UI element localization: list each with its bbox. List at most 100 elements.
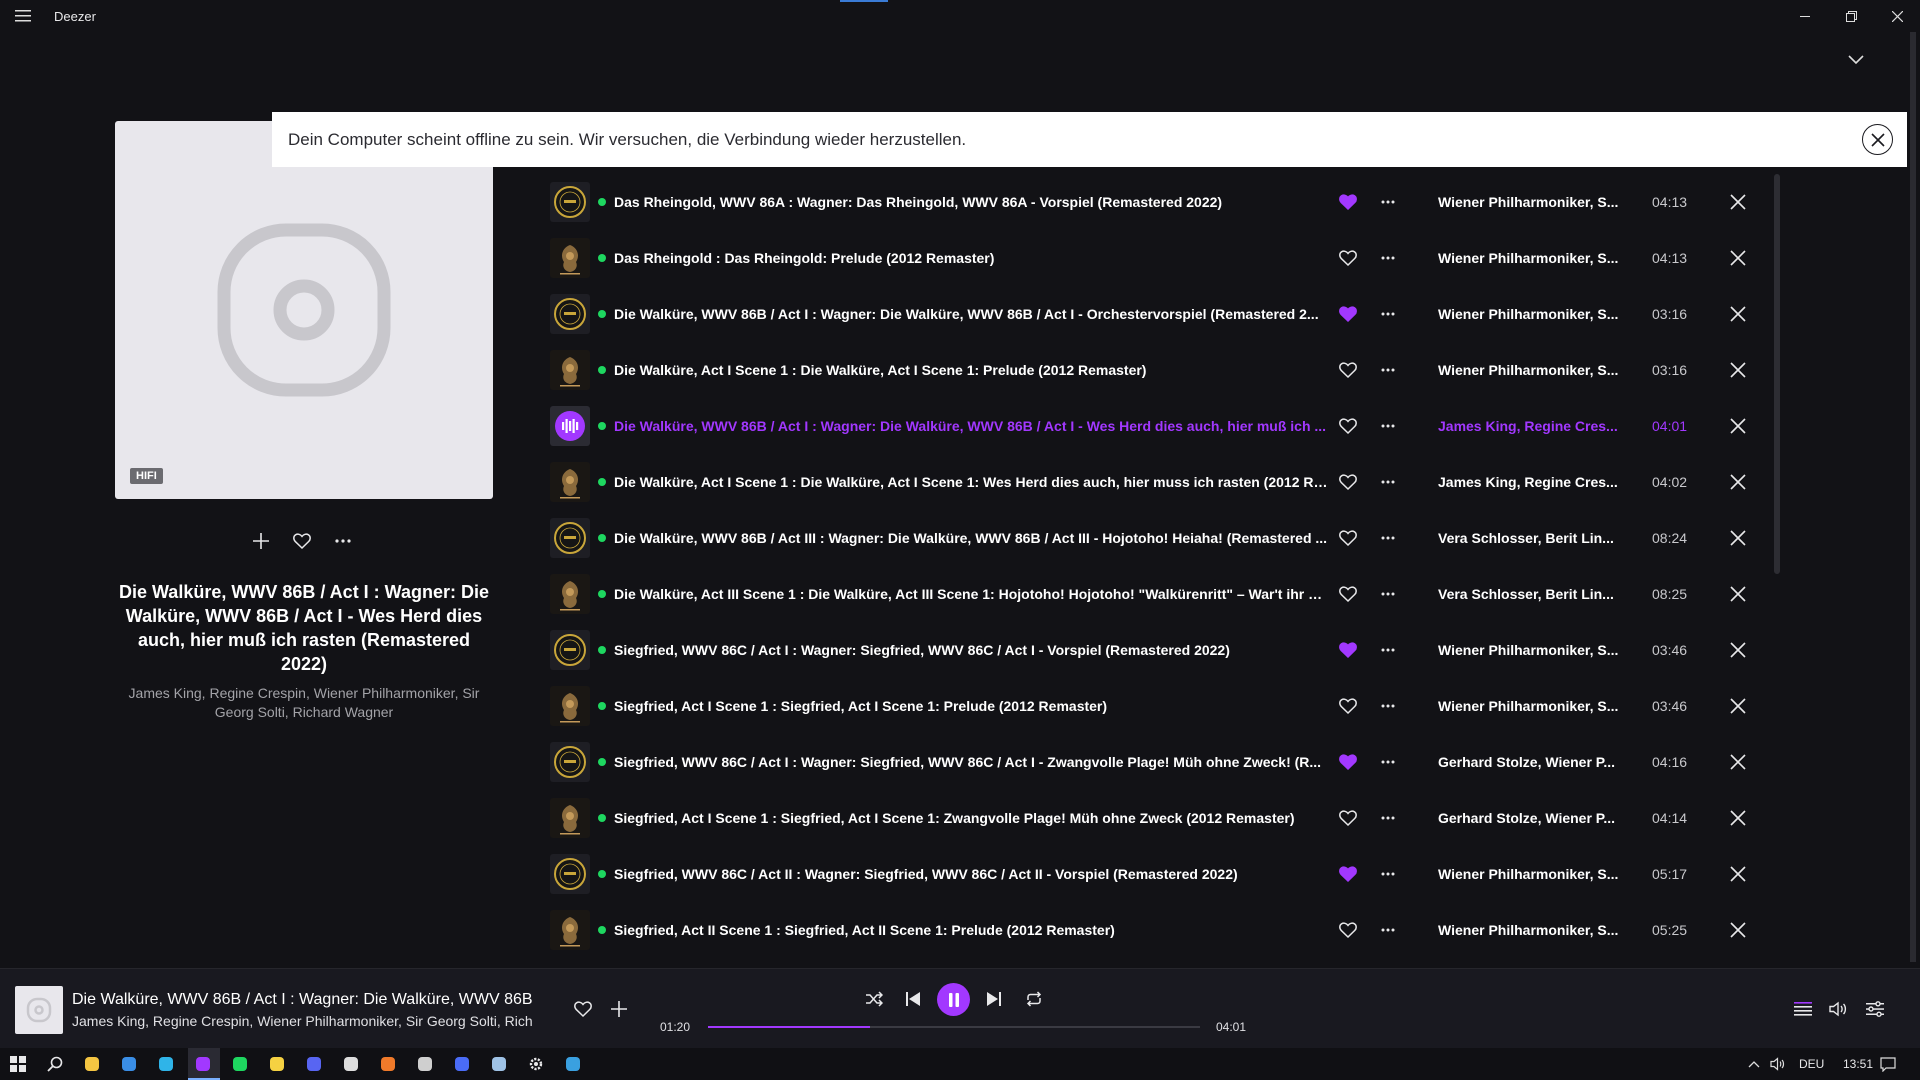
remove-from-queue-icon[interactable]: [1728, 472, 1748, 492]
equalizer-settings-icon[interactable]: [1864, 998, 1886, 1020]
heart-icon[interactable]: [1338, 920, 1358, 940]
more-options-icon[interactable]: [1378, 192, 1398, 212]
repeat-icon[interactable]: [1022, 987, 1046, 1011]
liked-heart-icon[interactable]: [1338, 864, 1358, 884]
track-artist[interactable]: Wiener Philharmoniker, S...: [1438, 306, 1624, 322]
queue-row[interactable]: Siegfried, Act II Scene 1 : Siegfried, A…: [540, 902, 1780, 958]
track-artist[interactable]: Wiener Philharmoniker, S...: [1438, 642, 1624, 658]
more-options-icon[interactable]: [1378, 528, 1398, 548]
more-options-icon[interactable]: [1378, 472, 1398, 492]
store-icon[interactable]: [119, 1054, 139, 1074]
spotify-icon[interactable]: [230, 1054, 250, 1074]
more-options-icon[interactable]: [1378, 416, 1398, 436]
liked-heart-icon[interactable]: [1338, 304, 1358, 324]
queue-row[interactable]: Die Walküre, WWV 86B / Act I : Wagner: D…: [540, 286, 1780, 342]
deezer-icon[interactable]: [193, 1054, 213, 1074]
search-icon[interactable]: [45, 1054, 65, 1074]
heart-icon[interactable]: [1338, 528, 1358, 548]
more-options-icon[interactable]: [1378, 248, 1398, 268]
edge-icon[interactable]: [156, 1054, 176, 1074]
player-cover[interactable]: [15, 986, 63, 1034]
album-thumb-ring[interactable]: [550, 686, 590, 726]
close-banner-icon[interactable]: [1862, 124, 1893, 155]
track-title[interactable]: Das Rheingold, WWV 86A : Wagner: Das Rhe…: [614, 194, 1332, 210]
add-icon[interactable]: [250, 530, 271, 551]
heart-icon[interactable]: [1338, 808, 1358, 828]
queue-row[interactable]: Siegfried, Act I Scene 1 : Siegfried, Ac…: [540, 678, 1780, 734]
more-options-icon[interactable]: [1378, 304, 1398, 324]
heart-icon[interactable]: [1338, 584, 1358, 604]
more-options-icon[interactable]: [1378, 864, 1398, 884]
heart-icon[interactable]: [1338, 416, 1358, 436]
more-options-icon[interactable]: [1378, 696, 1398, 716]
progress-slider[interactable]: [708, 1026, 1200, 1028]
app-shield-icon[interactable]: [415, 1054, 435, 1074]
remove-from-queue-icon[interactable]: [1728, 416, 1748, 436]
track-artist[interactable]: Wiener Philharmoniker, S...: [1438, 866, 1624, 882]
heart-icon[interactable]: [1338, 696, 1358, 716]
now-playing-thumb[interactable]: [550, 406, 590, 446]
queue-row[interactable]: Das Rheingold, WWV 86A : Wagner: Das Rhe…: [540, 174, 1780, 230]
queue-row[interactable]: Die Walküre, WWV 86B / Act III : Wagner:…: [540, 510, 1780, 566]
remove-from-queue-icon[interactable]: [1728, 528, 1748, 548]
track-artist[interactable]: Wiener Philharmoniker, S...: [1438, 362, 1624, 378]
track-title[interactable]: Siegfried, WWV 86C / Act I : Wagner: Sie…: [614, 754, 1332, 770]
track-artist[interactable]: Wiener Philharmoniker, S...: [1438, 250, 1624, 266]
track-artist[interactable]: James King, Regine Cres...: [1438, 418, 1624, 434]
album-thumb-ring[interactable]: [550, 574, 590, 614]
heart-icon[interactable]: [291, 530, 312, 551]
restore-icon[interactable]: [1828, 0, 1874, 32]
hamburger-menu-icon[interactable]: [0, 0, 46, 32]
file-explorer-icon[interactable]: [82, 1054, 102, 1074]
windows-start-icon[interactable]: [8, 1054, 28, 1074]
more-options-icon[interactable]: [1378, 640, 1398, 660]
track-title[interactable]: Das Rheingold : Das Rheingold: Prelude (…: [614, 250, 1332, 266]
pause-button[interactable]: [937, 983, 970, 1016]
heart-icon[interactable]: [1338, 248, 1358, 268]
album-thumb-remastered[interactable]: [550, 630, 590, 670]
queue-scrollbar[interactable]: [1774, 174, 1780, 574]
track-title[interactable]: Die Walküre, WWV 86B / Act I : Wagner: D…: [614, 418, 1332, 434]
tray-volume-icon[interactable]: [1768, 1054, 1788, 1074]
track-title[interactable]: Siegfried, WWV 86C / Act II : Wagner: Si…: [614, 866, 1332, 882]
album-thumb-ring[interactable]: [550, 462, 590, 502]
album-thumb-remastered[interactable]: [550, 294, 590, 334]
track-title[interactable]: Siegfried, Act I Scene 1 : Siegfried, Ac…: [614, 810, 1332, 826]
track-artist[interactable]: Wiener Philharmoniker, S...: [1438, 194, 1624, 210]
app-orange-icon[interactable]: [378, 1054, 398, 1074]
album-thumb-remastered[interactable]: [550, 182, 590, 222]
more-options-icon[interactable]: [1378, 584, 1398, 604]
queue-row[interactable]: Die Walküre, WWV 86B / Act I : Wagner: D…: [540, 398, 1780, 454]
track-artist[interactable]: Wiener Philharmoniker, S...: [1438, 698, 1624, 714]
liked-heart-icon[interactable]: [1338, 752, 1358, 772]
notepad-icon[interactable]: [489, 1054, 509, 1074]
remove-from-queue-icon[interactable]: [1728, 752, 1748, 772]
track-title[interactable]: Die Walküre, Act I Scene 1 : Die Walküre…: [614, 362, 1332, 378]
queue-row[interactable]: Siegfried, Act I Scene 1 : Siegfried, Ac…: [540, 790, 1780, 846]
liked-heart-icon[interactable]: [1338, 640, 1358, 660]
album-thumb-remastered[interactable]: [550, 742, 590, 782]
remove-from-queue-icon[interactable]: [1728, 360, 1748, 380]
remove-from-queue-icon[interactable]: [1728, 192, 1748, 212]
app-dark-icon[interactable]: [341, 1054, 361, 1074]
player-heart-icon[interactable]: [573, 999, 593, 1019]
track-artist[interactable]: Gerhard Stolze, Wiener P...: [1438, 754, 1624, 770]
queue-row[interactable]: Siegfried, WWV 86C / Act II : Wagner: Si…: [540, 846, 1780, 902]
queue-row[interactable]: Siegfried, WWV 86C / Act I : Wagner: Sie…: [540, 622, 1780, 678]
control-panel-icon[interactable]: [563, 1054, 583, 1074]
track-artist[interactable]: James King, Regine Cres...: [1438, 474, 1624, 490]
remove-from-queue-icon[interactable]: [1728, 864, 1748, 884]
more-options-icon[interactable]: [1378, 360, 1398, 380]
chevron-down-icon[interactable]: [1840, 48, 1872, 72]
close-window-icon[interactable]: [1874, 0, 1920, 32]
album-thumb-ring[interactable]: [550, 238, 590, 278]
track-title[interactable]: Siegfried, WWV 86C / Act I : Wagner: Sie…: [614, 642, 1332, 658]
remove-from-queue-icon[interactable]: [1728, 696, 1748, 716]
more-options-icon[interactable]: [1378, 920, 1398, 940]
track-artist[interactable]: Vera Schlosser, Berit Lin...: [1438, 586, 1624, 602]
queue-row[interactable]: Die Walküre, Act I Scene 1 : Die Walküre…: [540, 342, 1780, 398]
discord-icon[interactable]: [304, 1054, 324, 1074]
remove-from-queue-icon[interactable]: [1728, 248, 1748, 268]
shuffle-icon[interactable]: [862, 987, 886, 1011]
track-title[interactable]: Siegfried, Act I Scene 1 : Siegfried, Ac…: [614, 698, 1332, 714]
